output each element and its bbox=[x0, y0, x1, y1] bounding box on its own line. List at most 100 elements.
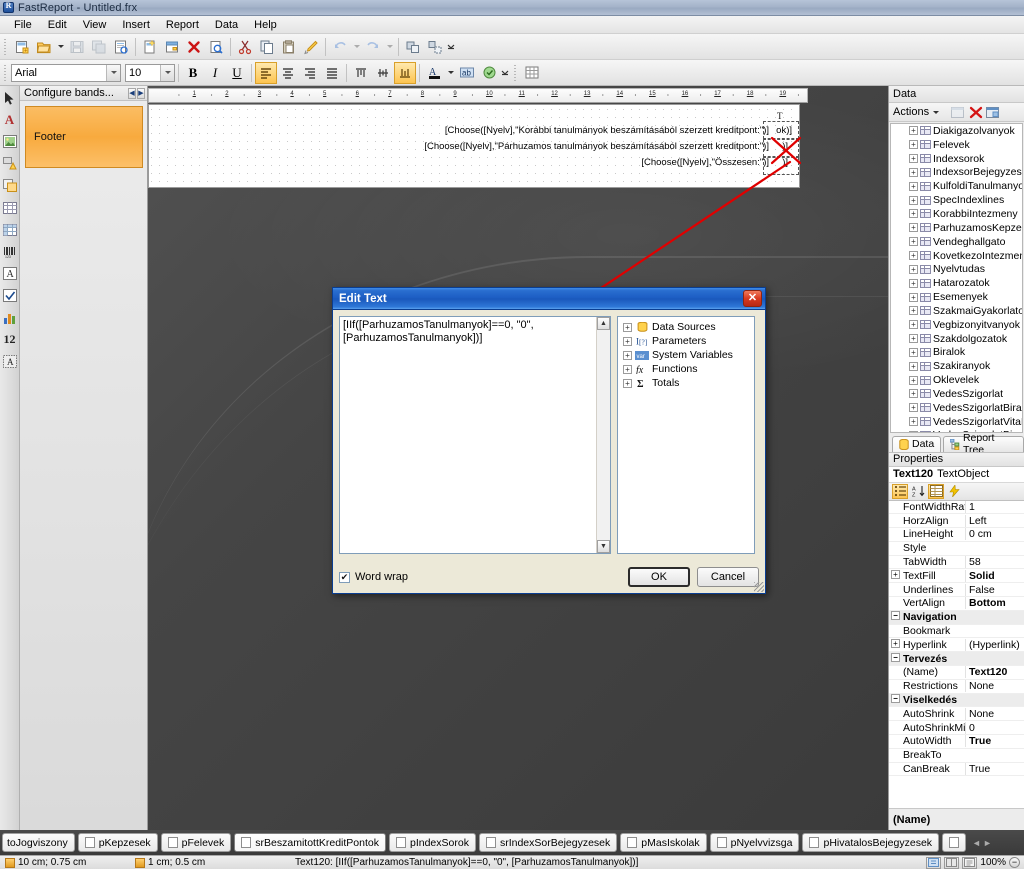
property-row[interactable]: + TextFill Solid bbox=[889, 569, 1024, 584]
table-object-tool[interactable] bbox=[1, 199, 18, 216]
menu-view[interactable]: View bbox=[75, 17, 115, 33]
group-button[interactable] bbox=[402, 36, 424, 58]
edit-datasource-icon[interactable] bbox=[951, 106, 966, 119]
dialog-tree-item[interactable]: + fx Functions bbox=[618, 362, 754, 376]
data-tree-item[interactable]: + Oklevelek bbox=[891, 373, 1022, 387]
data-tree[interactable]: + Diakigazolvanyok + Felevek + Indexsorok + Ind… bbox=[890, 123, 1023, 433]
dialog-tree-item[interactable]: + Data Sources bbox=[618, 320, 754, 334]
font-size-combo[interactable]: 10 bbox=[125, 63, 175, 82]
data-tree-item[interactable]: + Indexsorok bbox=[891, 152, 1022, 166]
expand-plus-icon[interactable]: + bbox=[909, 278, 918, 288]
expression-scrollbar[interactable]: ▲ ▼ bbox=[596, 317, 610, 553]
page-tab[interactable]: pKepzesek bbox=[77, 833, 158, 852]
font-name-dropdown[interactable] bbox=[106, 64, 120, 81]
data-tree-item[interactable]: + Vendeghallgato bbox=[891, 235, 1022, 249]
property-row[interactable]: HorzAlign Left bbox=[889, 514, 1024, 529]
expand-plus-icon[interactable]: + bbox=[909, 140, 918, 150]
redo-button[interactable] bbox=[362, 36, 384, 58]
polyline-tool[interactable] bbox=[1, 155, 18, 172]
data-tree-item[interactable]: + SzakmaiGyakorlatok bbox=[891, 304, 1022, 318]
expand-plus-icon[interactable]: + bbox=[909, 403, 918, 413]
cancel-button[interactable]: Cancel bbox=[697, 567, 759, 587]
property-value[interactable]: 58 bbox=[965, 556, 1024, 569]
collapse-minus-icon[interactable]: − bbox=[891, 694, 900, 704]
zipcode-object-tool[interactable]: A bbox=[1, 353, 18, 370]
chart-object-tool[interactable] bbox=[1, 309, 18, 326]
data-tree-item[interactable]: + Hatarozatok bbox=[891, 276, 1022, 290]
data-tree-item[interactable]: + Diakigazolvanyok bbox=[891, 124, 1022, 138]
dialog-tree-item[interactable]: + I [?] Parameters bbox=[618, 334, 754, 348]
property-row[interactable]: FontWidthRatio1 bbox=[889, 500, 1024, 515]
checkbox-object-tool[interactable] bbox=[1, 287, 18, 304]
property-row[interactable]: AutoShrinkMinSize0 bbox=[889, 721, 1024, 736]
expression-textarea[interactable]: [IIf([ParhuzamosTanulmanyok]==0, "0", [P… bbox=[339, 316, 611, 554]
split-view-button[interactable] bbox=[944, 856, 960, 869]
expand-plus-icon[interactable]: + bbox=[909, 320, 918, 330]
data-tree-item[interactable]: + KulfoldiTanulmanyok bbox=[891, 179, 1022, 193]
report-text-line-2[interactable]: [Choose([Nyelv],"Párhuzamos tanulmányok … bbox=[424, 141, 769, 152]
report-text-line-1[interactable]: [Choose([Nyelv],"Korábbi tanulmányok bes… bbox=[445, 125, 769, 136]
tab-data[interactable]: Data bbox=[892, 435, 942, 452]
dialog-tree-item[interactable]: + var System Variables bbox=[618, 348, 754, 362]
font-color-button[interactable]: A bbox=[423, 62, 445, 84]
property-value[interactable]: Text120 bbox=[965, 666, 1024, 679]
data-tree-item[interactable]: + IndexsorBejegyzesek bbox=[891, 166, 1022, 180]
menu-help[interactable]: Help bbox=[246, 17, 285, 33]
property-value[interactable]: Left bbox=[965, 514, 1024, 527]
property-row[interactable]: Style bbox=[889, 542, 1024, 556]
matrix-object-tool[interactable] bbox=[1, 221, 18, 238]
expand-plus-icon[interactable]: + bbox=[909, 126, 918, 136]
ungroup-button[interactable] bbox=[424, 36, 446, 58]
property-row[interactable]: AutoWidth True bbox=[889, 735, 1024, 749]
expand-plus-icon[interactable]: + bbox=[909, 209, 918, 219]
property-value[interactable]: Solid bbox=[965, 569, 1024, 582]
data-tree-item[interactable]: + Esemenyek bbox=[891, 290, 1022, 304]
font-color-dropdown[interactable] bbox=[445, 62, 456, 84]
report-page-canvas[interactable]: [Choose([Nyelv],"Korábbi tanulmányok bes… bbox=[148, 104, 800, 188]
property-value[interactable]: None bbox=[965, 680, 1024, 693]
alphabetical-view-button[interactable]: AZ bbox=[910, 484, 926, 499]
property-value[interactable]: (Hyperlink) bbox=[965, 638, 1024, 651]
data-tree-item[interactable]: + Vegbizonyitvanyok bbox=[891, 318, 1022, 332]
valign-top-button[interactable] bbox=[350, 62, 372, 84]
data-tree-item[interactable]: + VedesSzigorlatBizotts bbox=[891, 429, 1022, 432]
property-category-row[interactable]: − Navigation bbox=[889, 610, 1024, 625]
align-justify-button[interactable] bbox=[321, 62, 343, 84]
expand-plus-icon[interactable]: + bbox=[909, 361, 918, 371]
menu-insert[interactable]: Insert bbox=[114, 17, 158, 33]
underline-button[interactable]: U bbox=[226, 62, 248, 84]
undo-dropdown-button[interactable] bbox=[351, 36, 362, 58]
font-size-dropdown[interactable] bbox=[160, 64, 174, 81]
expand-plus-icon[interactable]: + bbox=[623, 336, 632, 346]
expand-plus-icon[interactable]: + bbox=[891, 569, 900, 579]
expand-plus-icon[interactable]: + bbox=[909, 417, 918, 427]
data-tree-item[interactable]: + Biralok bbox=[891, 346, 1022, 360]
expand-plus-icon[interactable]: + bbox=[909, 306, 918, 316]
page-setup-button[interactable] bbox=[205, 36, 227, 58]
configure-bands-header[interactable]: Configure bands... ◀ ▶ bbox=[20, 86, 147, 101]
data-tree-item[interactable]: + Szakdolgozatok bbox=[891, 332, 1022, 346]
expand-plus-icon[interactable]: + bbox=[909, 181, 918, 191]
actions-label[interactable]: Actions bbox=[893, 106, 929, 118]
property-row[interactable]: Restrictions None bbox=[889, 680, 1024, 694]
page-tab[interactable]: pMasIskolak bbox=[620, 833, 707, 852]
report-text-line-3[interactable]: [Choose([Nyelv],"Összesen:")] bbox=[641, 157, 769, 168]
page-tab[interactable]: pNyelvvizsga bbox=[709, 833, 800, 852]
bold-button[interactable]: B bbox=[182, 62, 204, 84]
expand-plus-icon[interactable]: + bbox=[909, 334, 918, 344]
format-painter-button[interactable] bbox=[300, 36, 322, 58]
menu-data[interactable]: Data bbox=[207, 17, 246, 33]
categorized-view-button[interactable] bbox=[892, 483, 908, 499]
property-row[interactable]: CanBreak True bbox=[889, 763, 1024, 777]
page-tab[interactable]: srBeszamitottKreditPontok bbox=[234, 833, 386, 852]
picture-object-tool[interactable] bbox=[1, 133, 18, 150]
property-value[interactable]: True bbox=[965, 763, 1024, 776]
expand-plus-icon[interactable]: + bbox=[909, 154, 918, 164]
undo-button[interactable] bbox=[329, 36, 351, 58]
zoom-out-button[interactable]: − bbox=[1009, 857, 1020, 868]
valign-bottom-button[interactable] bbox=[394, 61, 416, 84]
dialog-resize-grip[interactable] bbox=[754, 582, 764, 592]
valign-middle-button[interactable] bbox=[372, 62, 394, 84]
expand-plus-icon[interactable]: + bbox=[909, 223, 918, 233]
text-object-tool[interactable]: A bbox=[1, 111, 18, 128]
